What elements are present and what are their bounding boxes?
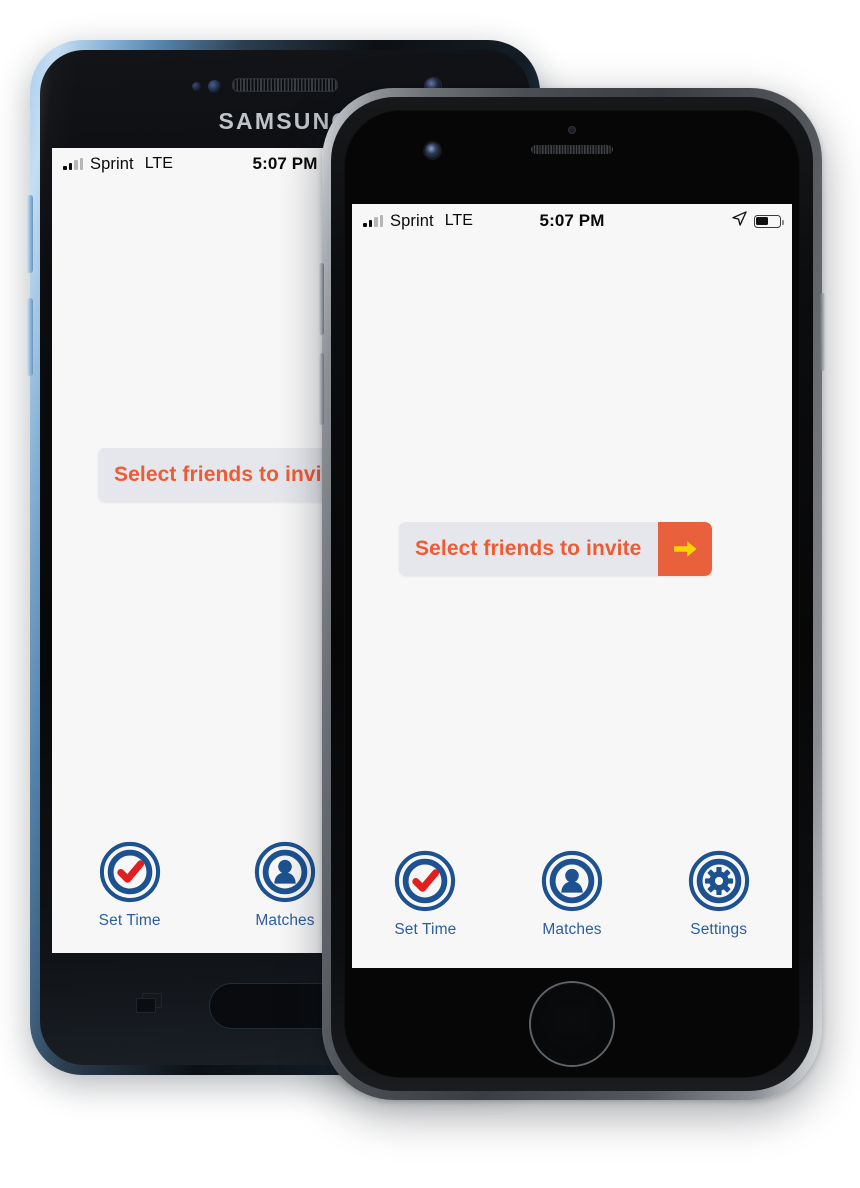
iphone-phone: Sprint LTE 5:07 PM Select friends to inv… (319, 88, 825, 1100)
samsung-volume-down-button[interactable] (27, 298, 33, 376)
tab-set-time[interactable]: Set Time (52, 841, 207, 930)
front-camera-icon (425, 143, 440, 158)
recents-icon[interactable] (136, 993, 162, 1013)
iphone-power-button[interactable] (820, 293, 825, 371)
proximity-sensor-icon (568, 126, 576, 134)
status-bar-right (732, 211, 784, 231)
iphone-volume-up-button[interactable] (319, 263, 324, 335)
select-friends-label: Select friends to invite (114, 463, 341, 486)
network-type-label: LTE (444, 212, 473, 229)
iris-sensor-icon (208, 80, 221, 93)
select-friends-button[interactable]: Select friends to invite (399, 522, 713, 576)
tab-label-matches: Matches (255, 912, 315, 929)
tab-label-set-time: Set Time (98, 912, 161, 929)
location-arrow-icon (732, 211, 747, 231)
iphone-volume-down-button[interactable] (319, 353, 324, 425)
select-friends-label: Select friends to invite (415, 537, 642, 560)
signal-bars-icon (63, 158, 83, 170)
person-circle-icon (541, 850, 603, 912)
status-bar: Sprint LTE 5:07 PM (352, 204, 792, 238)
tab-label-set-time: Set Time (394, 921, 457, 938)
battery-icon (754, 214, 784, 228)
tab-matches[interactable]: Matches (499, 850, 646, 939)
tab-bar: Set Time Matches (352, 840, 792, 968)
samsung-volume-up-button[interactable] (27, 195, 33, 273)
check-circle-icon (394, 850, 456, 912)
scene: SAMSUNG Sprint LTE 5:07 PM Select friend… (0, 0, 860, 1188)
arrow-right-icon[interactable] (658, 522, 713, 576)
gear-circle-icon (688, 850, 750, 912)
iphone-screen: Sprint LTE 5:07 PM Select friends to inv… (352, 204, 792, 968)
signal-bars-icon (363, 215, 383, 227)
carrier-label: Sprint (390, 211, 434, 230)
status-bar-left: Sprint LTE (363, 212, 473, 231)
iphone-home-button[interactable] (531, 983, 613, 1065)
status-bar-left: Sprint LTE (63, 155, 173, 174)
app-content: Select friends to invite Set Time Matche… (352, 238, 792, 968)
person-circle-icon (254, 841, 316, 903)
earpiece-speaker (531, 145, 613, 154)
tab-settings[interactable]: Settings (645, 850, 792, 939)
tab-set-time[interactable]: Set Time (352, 850, 499, 939)
check-circle-icon (99, 841, 161, 903)
carrier-label: Sprint (90, 154, 134, 173)
tab-label-matches: Matches (542, 921, 602, 938)
app-screen: Sprint LTE 5:07 PM Select friends to inv… (352, 204, 792, 968)
proximity-sensor-icon (192, 82, 201, 91)
tab-label-settings: Settings (690, 921, 748, 938)
network-type-label: LTE (144, 155, 173, 172)
